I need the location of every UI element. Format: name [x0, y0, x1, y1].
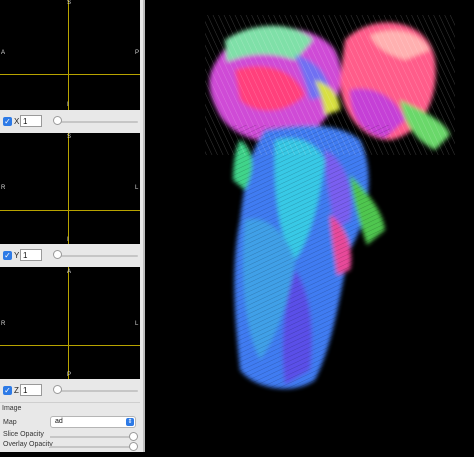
x-slice-checkbox[interactable]: ✓ — [3, 117, 12, 126]
crosshair-vertical — [68, 133, 69, 244]
z-axis-label: Z — [14, 386, 19, 395]
y-slice-control: ✓ Y 1 — [0, 247, 140, 265]
overlay-opacity-label: Overlay Opacity — [3, 441, 53, 448]
orientation-bottom-label: P — [67, 372, 72, 378]
y-slice-slider-handle[interactable] — [53, 250, 62, 259]
crosshair-horizontal — [0, 345, 140, 346]
x-slice-control: ✓ X 1 — [0, 113, 140, 131]
orientation-left-label: A — [1, 50, 6, 56]
image-section-title: Image — [2, 405, 22, 412]
z-slice-slider-handle[interactable] — [53, 385, 62, 394]
y-slice-checkbox[interactable]: ✓ — [3, 251, 12, 260]
orientation-top-label: S — [67, 0, 72, 6]
left-panel: S A P I ✓ X 1 S R L I ✓ Y 1 A R L P ✓ Z … — [0, 0, 143, 452]
y-slice-slider-track[interactable] — [54, 255, 138, 257]
crosshair-vertical — [68, 267, 69, 379]
crosshair-vertical — [68, 0, 69, 110]
slice-opacity-label: Slice Opacity — [3, 431, 44, 438]
z-slice-slider-track[interactable] — [54, 390, 138, 392]
orientation-right-label: L — [135, 321, 139, 327]
y-axis-label: Y — [14, 251, 20, 260]
y-slice-input[interactable]: 1 — [20, 249, 42, 261]
orientation-top-label: S — [67, 134, 72, 140]
orientation-left-label: R — [1, 321, 6, 327]
x-slice-slider-handle[interactable] — [53, 116, 62, 125]
crosshair-horizontal — [0, 74, 140, 75]
orientation-bottom-label: I — [67, 237, 69, 243]
z-slice-input[interactable]: 1 — [20, 384, 42, 396]
x-axis-label: X — [14, 117, 20, 126]
z-slice-checkbox[interactable]: ✓ — [3, 386, 12, 395]
z-slice-control: ✓ Z 1 — [0, 382, 140, 400]
tractography-3d-view[interactable] — [145, 0, 474, 452]
crosshair-horizontal — [0, 210, 140, 211]
map-select-value: ad — [55, 418, 63, 425]
x-slice-input[interactable]: 1 — [20, 115, 42, 127]
orientation-bottom-label: I — [67, 102, 69, 108]
axial-view[interactable]: A R L P — [0, 267, 140, 379]
sagittal-view[interactable]: S A P I — [0, 0, 140, 110]
map-select[interactable]: ad ⇕ — [50, 416, 136, 428]
section-divider — [0, 402, 140, 403]
map-label: Map — [3, 419, 17, 426]
slice-opacity-slider-track[interactable] — [50, 436, 134, 438]
overlay-opacity-slider-handle[interactable] — [129, 442, 138, 451]
orientation-left-label: R — [1, 185, 6, 191]
slice-opacity-slider-handle[interactable] — [129, 432, 138, 441]
chevron-updown-icon: ⇕ — [126, 418, 134, 426]
orientation-right-label: L — [135, 185, 139, 191]
orientation-top-label: A — [67, 269, 72, 275]
coronal-view[interactable]: S R L I — [0, 133, 140, 244]
tractography-render — [205, 15, 455, 390]
overlay-opacity-slider-track[interactable] — [50, 446, 134, 448]
orientation-right-label: P — [135, 50, 140, 56]
x-slice-slider-track[interactable] — [54, 121, 138, 123]
